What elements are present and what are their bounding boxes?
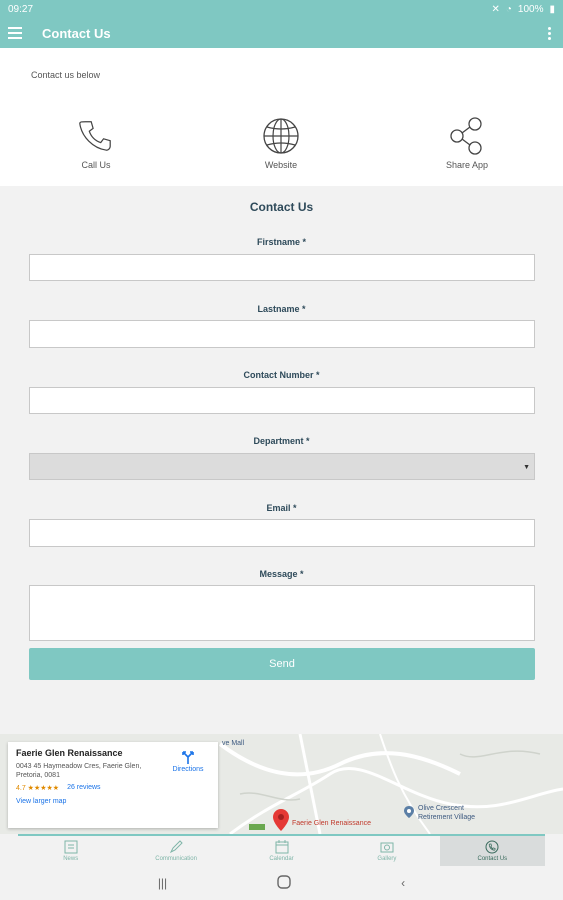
nav-label-gallery: Gallery [377,856,397,862]
lastname-label: Lastname * [257,304,306,314]
department-label: Department * [253,436,310,446]
website-button[interactable]: Website [236,116,326,170]
overflow-menu-icon[interactable] [544,25,555,42]
status-time: 09:27 [8,3,34,15]
menu-icon[interactable] [8,27,22,39]
globe-icon [263,118,299,154]
phone-icon [79,121,111,151]
gallery-icon [380,842,394,853]
pin-label: Faerie Glen Renaissance [292,820,371,827]
share-app-button[interactable]: Share App [422,116,512,170]
nav-label-news: News [63,856,79,862]
nav-label-calendar: Calendar [269,856,294,862]
back-icon[interactable]: ‹ [401,876,405,890]
nav-label-contact-us: Contact Us [477,856,508,862]
intro-text: Contact us below [31,70,101,80]
firstname-field[interactable] [29,254,535,281]
battery-level: 100% [517,3,544,15]
contact-number-label: Contact Number * [243,370,320,380]
contact-options-section: Contact us below Call Us Website Share A… [0,48,563,186]
home-icon[interactable] [277,874,291,892]
recent-apps-icon[interactable]: ||| [158,876,167,890]
pen-icon [169,840,183,854]
place-card: Faerie Glen Renaissance 0043 45 Haymeado… [8,742,218,828]
view-larger-map-link[interactable]: View larger map [16,798,210,805]
website-label: Website [264,160,298,170]
mute-icon: ✕ [491,3,500,15]
bottom-navigation: News Communication Calendar Gallery Cont… [18,834,546,866]
embedded-map[interactable]: ve Mall Faerie Glen Renaissance Olive Cr… [0,734,563,834]
contact-number-field[interactable] [29,387,535,414]
call-us-label: Call Us [81,160,111,170]
status-bar: 09:27 ✕ ◔ 100% ▮ [0,0,563,18]
email-field[interactable] [29,519,535,547]
directions-label: Directions [172,766,204,773]
message-label: Message * [259,569,304,579]
calendar-icon [275,840,289,854]
nav-item-communication[interactable]: Communication [123,836,228,866]
nav-item-gallery[interactable]: Gallery [334,836,439,866]
battery-icon: ▮ [549,3,555,15]
directions-button[interactable]: Directions [166,750,210,773]
reviews-link[interactable]: 26 reviews [67,784,100,792]
lastname-field[interactable] [29,320,535,348]
share-icon [450,117,482,155]
poi-pin-icon [404,806,414,818]
form-title: Contact Us [249,200,314,214]
mall-label: ve Mall [222,740,245,747]
place-address: 0043 45 Haymeadow Cres, Faerie Glen, Pre… [16,763,142,779]
app-bar: Contact Us [0,18,563,48]
news-icon [64,840,78,854]
nav-item-contact-us[interactable]: Contact Us [439,836,546,866]
nav-item-news[interactable]: News [18,836,123,866]
directions-icon [182,751,194,764]
call-us-button[interactable]: Call Us [51,116,141,170]
place-rating: 4.7 ★★★★★ [16,785,60,792]
system-navigation-bar: ||| ‹ [0,866,563,900]
department-select[interactable]: ▼ [29,453,535,480]
message-field[interactable] [29,585,535,641]
dropdown-arrow-icon: ▼ [523,464,530,471]
location-pin-icon [273,809,289,831]
page-title: Contact Us [42,25,111,41]
nav-item-calendar[interactable]: Calendar [229,836,334,866]
wifi-icon: ◔ [505,3,512,15]
email-label: Email * [266,503,297,513]
share-app-label: Share App [445,160,489,170]
send-button[interactable]: Send [29,648,535,680]
firstname-label: Firstname * [256,237,307,247]
contact-icon [485,840,499,854]
poi-label: Olive Crescent Retirement Village [418,805,476,821]
nav-label-communication: Communication [155,856,197,862]
